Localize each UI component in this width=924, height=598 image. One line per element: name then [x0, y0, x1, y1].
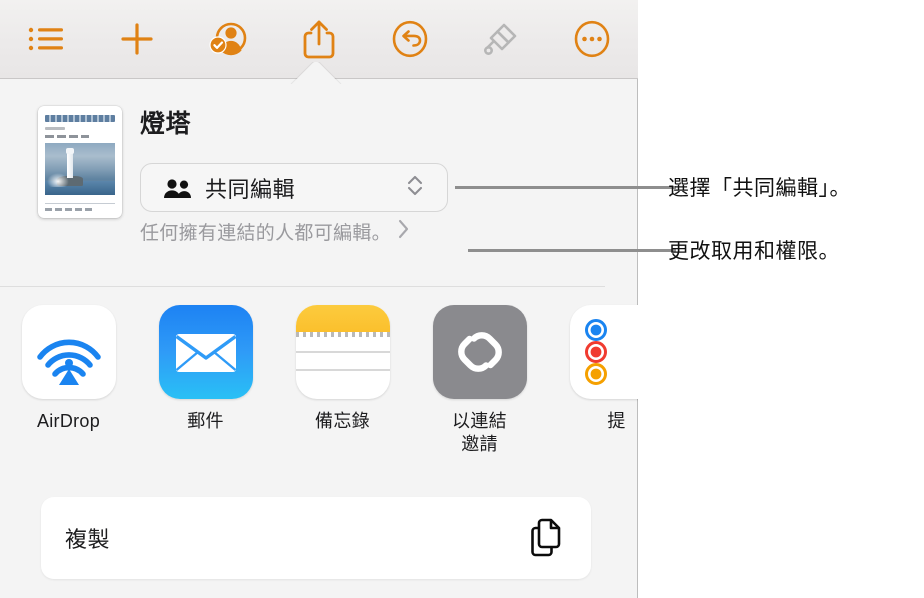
- reminders-icon: [569, 305, 638, 399]
- share-target-invite-with-link[interactable]: 以連結 邀請: [411, 305, 548, 455]
- share-target-label: 備忘錄: [315, 411, 370, 431]
- share-sheet-header: 燈塔 共同編輯 任何擁有連結的人都可編輯。: [0, 79, 637, 263]
- popover-caret: [288, 62, 344, 84]
- chevron-up-down-icon: [405, 171, 425, 204]
- callout-text-1: 選擇「共同編輯」。: [668, 177, 851, 200]
- notes-icon: [295, 305, 390, 399]
- copy-action-label: 複製: [65, 527, 111, 552]
- format-button[interactable]: [456, 0, 547, 78]
- collaboration-mode-value: 共同編輯: [205, 176, 296, 202]
- document-thumbnail: [38, 106, 122, 218]
- share-target-mail[interactable]: 郵件: [137, 305, 274, 433]
- ellipsis-circle-icon: [573, 20, 611, 58]
- chevron-right-icon: [397, 218, 410, 245]
- share-target-airdrop[interactable]: AirDrop: [0, 305, 137, 433]
- permission-summary-text: 任何擁有連結的人都可編輯。: [140, 223, 391, 244]
- airdrop-icon: [21, 305, 116, 399]
- plus-icon: [119, 21, 155, 57]
- app-window: 燈塔 共同編輯 任何擁有連結的人都可編輯。 AirDrop 郵件 備忘錄 以連結…: [0, 0, 638, 598]
- collaborate-button[interactable]: [182, 0, 273, 78]
- share-target-notes[interactable]: 備忘錄: [274, 305, 411, 433]
- paintbrush-icon: [481, 19, 521, 59]
- share-target-label: AirDrop: [36, 411, 101, 431]
- share-target-label: 提: [607, 411, 626, 431]
- share-target-label: 郵件: [187, 411, 224, 431]
- callout-leader-line-1: [455, 186, 676, 189]
- undo-button[interactable]: [365, 0, 456, 78]
- list-view-button[interactable]: [0, 0, 91, 78]
- share-sheet: 燈塔 共同編輯 任何擁有連結的人都可編輯。 AirDrop 郵件 備忘錄 以連結…: [0, 79, 638, 598]
- link-chain-icon: [432, 305, 527, 399]
- document-title: 燈塔: [140, 110, 192, 138]
- copy-documents-icon: [527, 516, 567, 560]
- share-up-arrow-icon: [302, 18, 336, 60]
- share-sheet-divider: [0, 286, 605, 287]
- collaboration-mode-select[interactable]: 共同編輯: [140, 163, 448, 212]
- undo-arrow-circle-icon: [391, 20, 429, 58]
- share-target-reminders[interactable]: 提: [548, 305, 638, 433]
- two-people-icon: [163, 177, 193, 199]
- insert-button[interactable]: [91, 0, 182, 78]
- permission-summary-row[interactable]: 任何擁有連結的人都可編輯。: [140, 218, 410, 245]
- callout-leader-line-2: [468, 249, 676, 252]
- copy-action-row[interactable]: 複製: [41, 497, 591, 579]
- list-bullet-icon: [27, 24, 65, 54]
- share-targets-row: AirDrop 郵件 備忘錄 以連結 邀請 提: [0, 305, 638, 465]
- mail-envelope-icon: [158, 305, 253, 399]
- callout-text-2: 更改取用和權限。: [668, 240, 840, 263]
- person-badge-checkmark-icon: [207, 21, 249, 57]
- share-target-label: 以連結 邀請: [452, 411, 507, 454]
- more-options-button[interactable]: [547, 0, 638, 78]
